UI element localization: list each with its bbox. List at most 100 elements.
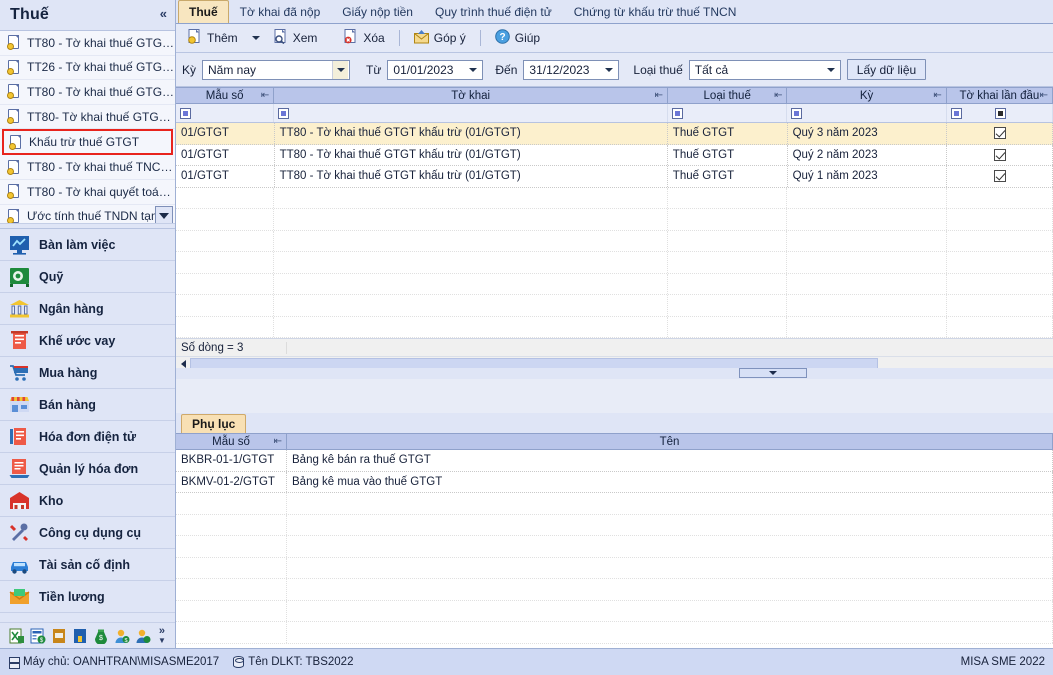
grid-column-header[interactable]: Loại thuế ⇤ xyxy=(668,88,788,103)
to-date-dropdown-icon[interactable] xyxy=(601,61,617,79)
tax-type-dropdown-icon[interactable] xyxy=(823,61,839,79)
to-date-input[interactable]: 31/12/2023 xyxy=(523,59,620,80)
ledger-icon[interactable] xyxy=(72,628,88,644)
filter-toggle-icon[interactable] xyxy=(180,107,191,119)
sidebar-nav-item[interactable]: Tiền lương xyxy=(0,581,175,613)
sidebar-resize-grip[interactable] xyxy=(0,223,175,228)
tab-item[interactable]: Chứng từ khấu trừ thuế TNCN xyxy=(563,0,748,23)
table-row[interactable]: 01/GTGT TT80 - Tờ khai thuế GTGT khấu trừ… xyxy=(176,144,1053,166)
sidebar-document-item[interactable]: TT80 - Tờ khai thuế GTGT c... xyxy=(0,80,175,105)
tab-item[interactable]: Tờ khai đã nộp xyxy=(229,0,332,23)
appendix-grid[interactable]: Mẫu số ⇤ Tên BKBR-01-1/GTGT Bảng kê bán ra … xyxy=(176,433,1053,648)
tab-item[interactable]: Giấy nộp tiền xyxy=(331,0,424,23)
appendix-grid-body[interactable]: BKBR-01-1/GTGT Bảng kê bán ra thuế GTGT BK… xyxy=(176,450,1053,644)
sidebar-nav-item[interactable]: Bàn làm việc xyxy=(0,229,175,261)
declarations-grid-filter-row[interactable] xyxy=(176,104,1053,123)
add-dropdown-caret-icon[interactable] xyxy=(251,36,260,40)
svg-text:?: ? xyxy=(499,32,505,43)
sidebar-nav-item[interactable]: Tài sản cố định xyxy=(0,549,175,581)
declarations-grid-body[interactable]: 01/GTGT TT80 - Tờ khai thuế GTGT khấu trừ… xyxy=(176,123,1053,338)
grid-column-header[interactable]: Tờ khai ⇤ xyxy=(274,88,668,103)
sidebar-document-item[interactable]: TT80- Tờ khai thuế GTGT tr... xyxy=(0,105,175,130)
filter-toggle-icon[interactable] xyxy=(671,107,683,119)
grid-column-header[interactable]: Tờ khai lần đầu ⇤ xyxy=(947,88,1053,103)
tax-type-select[interactable]: Tất cả xyxy=(688,59,841,80)
cell-to-khai-lan-dau[interactable] xyxy=(947,123,1053,144)
sidebar-nav-item[interactable]: Công cụ dụng cụ xyxy=(0,517,175,549)
sidebar-nav-item[interactable]: Khế ước vay xyxy=(0,325,175,357)
grid-column-header[interactable]: Kỳ ⇤ xyxy=(787,88,947,103)
filter-toggle-icon-extra[interactable] xyxy=(950,107,962,119)
table-row[interactable]: BKBR-01-1/GTGT Bảng kê bán ra thuế GTGT xyxy=(176,450,1053,472)
sidebar-document-item[interactable]: TT80 - Tờ khai quyết toán th... xyxy=(0,180,175,205)
pin-icon[interactable]: ⇤ xyxy=(261,91,269,101)
grid-filter-cell[interactable] xyxy=(274,104,668,122)
grid-filter-cell[interactable] xyxy=(787,104,947,122)
panel-splitter[interactable] xyxy=(176,368,1053,379)
pin-icon[interactable]: ⇤ xyxy=(774,91,782,101)
sidebar-nav-list[interactable]: Bàn làm việc Quỹ Ngân hàng Khế ước vay Mua h… xyxy=(0,229,175,622)
add-button[interactable]: Thêm xyxy=(182,27,244,49)
collapse-sidebar-icon[interactable]: « xyxy=(160,6,167,21)
pin-icon[interactable]: ⇤ xyxy=(655,91,663,101)
splitter-collapse-button[interactable] xyxy=(739,368,807,378)
pin-icon[interactable]: ⇤ xyxy=(933,91,941,101)
customer-icon[interactable]: $ xyxy=(114,628,130,644)
sidebar-nav-item[interactable]: Ngân hàng xyxy=(0,293,175,325)
feedback-button[interactable]: Góp ý xyxy=(408,27,472,49)
sidebar-nav-item[interactable]: Quỹ xyxy=(0,261,175,293)
table-row[interactable]: BKMV-01-2/GTGT Bảng kê mua vào thuế GTGT xyxy=(176,471,1053,493)
more-modules-icon[interactable]: » ▼ xyxy=(158,626,166,645)
pin-icon[interactable]: ⇤ xyxy=(1040,91,1048,101)
appendix-column-header[interactable]: Mẫu số ⇤ xyxy=(176,434,287,449)
filter-toggle-icon[interactable] xyxy=(278,107,290,119)
grid-filter-cell[interactable] xyxy=(947,104,1053,122)
tab-item[interactable]: Thuế xyxy=(178,0,229,23)
excel-icon[interactable] xyxy=(9,628,25,644)
tab-phu-luc[interactable]: Phụ lục xyxy=(181,414,247,433)
period-dropdown-icon[interactable] xyxy=(332,60,349,79)
sidebar-nav-item[interactable]: Kho xyxy=(0,485,175,517)
help-button[interactable]: ? Giúp xyxy=(489,27,546,49)
checkbox-checked-icon[interactable] xyxy=(993,127,1006,140)
empty-row xyxy=(176,230,1053,252)
book-icon[interactable] xyxy=(51,628,67,644)
money-bag-icon[interactable]: $ xyxy=(93,628,109,645)
from-date-input[interactable]: 01/01/2023 xyxy=(387,59,484,80)
grid-filter-cell[interactable] xyxy=(176,104,275,122)
supplier-icon[interactable] xyxy=(135,628,151,644)
checkbox-checked-icon[interactable] xyxy=(993,148,1006,161)
table-row[interactable]: 01/GTGT TT80 - Tờ khai thuế GTGT khấu trừ… xyxy=(176,123,1053,145)
period-value: Năm nay xyxy=(208,62,257,77)
table-row[interactable]: 01/GTGT TT80 - Tờ khai thuế GTGT khấu trừ… xyxy=(176,166,1053,188)
sidebar-nav-item[interactable]: Hóa đơn điện tử xyxy=(0,421,175,453)
sidebar-document-item[interactable]: TT80 - Tờ khai thuế GTGT k... xyxy=(0,31,175,56)
cell-to-khai-lan-dau[interactable] xyxy=(947,144,1053,165)
declarations-grid-header: Mẫu số ⇤ Tờ khai ⇤ Loại thuế ⇤ Kỳ ⇤ Tờ khai lần … xyxy=(176,87,1053,104)
from-date-dropdown-icon[interactable] xyxy=(465,61,481,79)
empty-row xyxy=(176,273,1053,295)
sidebar-nav-item[interactable]: Mua hàng xyxy=(0,357,175,389)
sidebar-document-item[interactable]: TT80 - Tờ khai thuế TNCN (... xyxy=(0,155,175,180)
filter-toggle-icon[interactable] xyxy=(994,107,1006,119)
checkbox-checked-icon[interactable] xyxy=(993,170,1006,183)
tab-item[interactable]: Quy trình thuế điện tử xyxy=(424,0,563,23)
cell-to-khai-lan-dau[interactable] xyxy=(947,166,1053,187)
sidebar-document-item[interactable]: Khấu trừ thuế GTGT xyxy=(2,129,173,156)
appendix-column-header[interactable]: Tên xyxy=(287,434,1053,449)
sidebar-document-list[interactable]: TT80 - Tờ khai thuế GTGT k... TT26 - Tờ k… xyxy=(0,31,175,229)
filter-toggle-icon[interactable] xyxy=(791,107,803,119)
sidebar-nav-item[interactable]: Quản lý hóa đơn xyxy=(0,453,175,485)
sidebar-quick-icons[interactable]: $ $ $ » ▼ xyxy=(0,622,175,648)
grid-filter-cell[interactable] xyxy=(668,104,788,122)
period-select[interactable]: Năm nay xyxy=(202,59,351,80)
tax-report-icon[interactable]: $ xyxy=(30,628,46,644)
get-data-button[interactable]: Lấy dữ liệu xyxy=(846,59,927,80)
sidebar-nav-item[interactable]: Bán hàng xyxy=(0,389,175,421)
pin-icon[interactable]: ⇤ xyxy=(274,437,282,447)
delete-button[interactable]: Xóa xyxy=(338,27,390,49)
sidebar-document-item[interactable]: TT26 - Tờ khai thuế GTGT k... xyxy=(0,56,175,81)
view-button[interactable]: Xem xyxy=(268,27,324,49)
grid-column-header[interactable]: Mẫu số ⇤ xyxy=(176,88,275,103)
declarations-grid[interactable]: Mẫu số ⇤ Tờ khai ⇤ Loại thuế ⇤ Kỳ ⇤ Tờ khai lần … xyxy=(176,87,1053,371)
